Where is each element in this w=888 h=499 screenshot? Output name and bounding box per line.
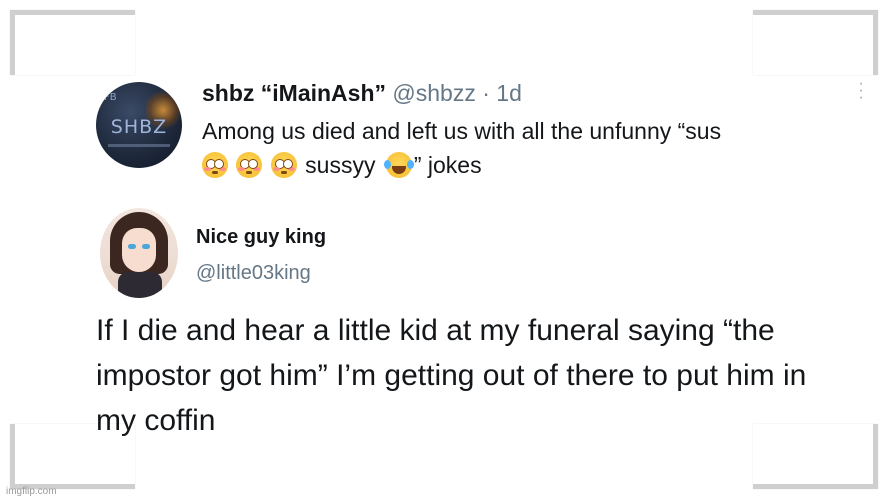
main-tweet-handle[interactable]: @little03king bbox=[196, 262, 311, 285]
main-tweet[interactable]: Nice guy king @little03king If I die and… bbox=[96, 206, 840, 456]
avatar-logo-text: SHBZ bbox=[110, 116, 168, 138]
avatar-eye-right bbox=[142, 244, 150, 249]
quoted-tweet-display-name[interactable]: shbz “iMainAsh” bbox=[202, 80, 386, 106]
meme-frame: FB SHBZ shbz “iMainAsh” @shbzz · 1d · · · … bbox=[0, 0, 888, 499]
more-options-icon[interactable]: · · · bbox=[858, 76, 864, 106]
quoted-tweet-body: Among us died and left us with all the u… bbox=[202, 114, 852, 182]
flushed-face-emoji-icon bbox=[202, 152, 228, 178]
quoted-tweet-avatar[interactable]: FB SHBZ bbox=[96, 82, 182, 168]
quoted-tweet-end: ” jokes bbox=[413, 152, 482, 178]
tears-of-joy-emoji-icon bbox=[383, 152, 414, 178]
quoted-tweet-line1: Among us died and left us with all the u… bbox=[202, 118, 722, 144]
main-tweet-text: If I die and hear a little kid at my fun… bbox=[96, 314, 807, 437]
quoted-tweet[interactable]: FB SHBZ shbz “iMainAsh” @shbzz · 1d · · · … bbox=[96, 76, 866, 186]
main-tweet-avatar[interactable] bbox=[100, 208, 178, 298]
avatar-face bbox=[122, 228, 156, 272]
main-tweet-display-name[interactable]: Nice guy king bbox=[196, 226, 326, 249]
avatar-mark: FB bbox=[104, 92, 117, 103]
avatar-body bbox=[118, 272, 162, 298]
frame-corner-top-right bbox=[753, 10, 878, 75]
watermark: imgflip.com bbox=[6, 486, 57, 497]
quoted-tweet-separator: · bbox=[475, 80, 497, 106]
quoted-tweet-sussyy: sussyy bbox=[305, 152, 382, 178]
avatar-decoration bbox=[108, 144, 170, 147]
flushed-face-emoji-icon bbox=[236, 152, 263, 178]
quoted-tweet-header: shbz “iMainAsh” @shbzz · 1d bbox=[202, 80, 522, 107]
avatar-eye-left bbox=[128, 244, 136, 249]
quoted-tweet-handle[interactable]: @shbzz bbox=[392, 80, 475, 106]
quoted-tweet-time[interactable]: 1d bbox=[496, 80, 522, 106]
flushed-face-emoji-icon bbox=[270, 152, 297, 178]
frame-corner-top-left bbox=[10, 10, 135, 75]
